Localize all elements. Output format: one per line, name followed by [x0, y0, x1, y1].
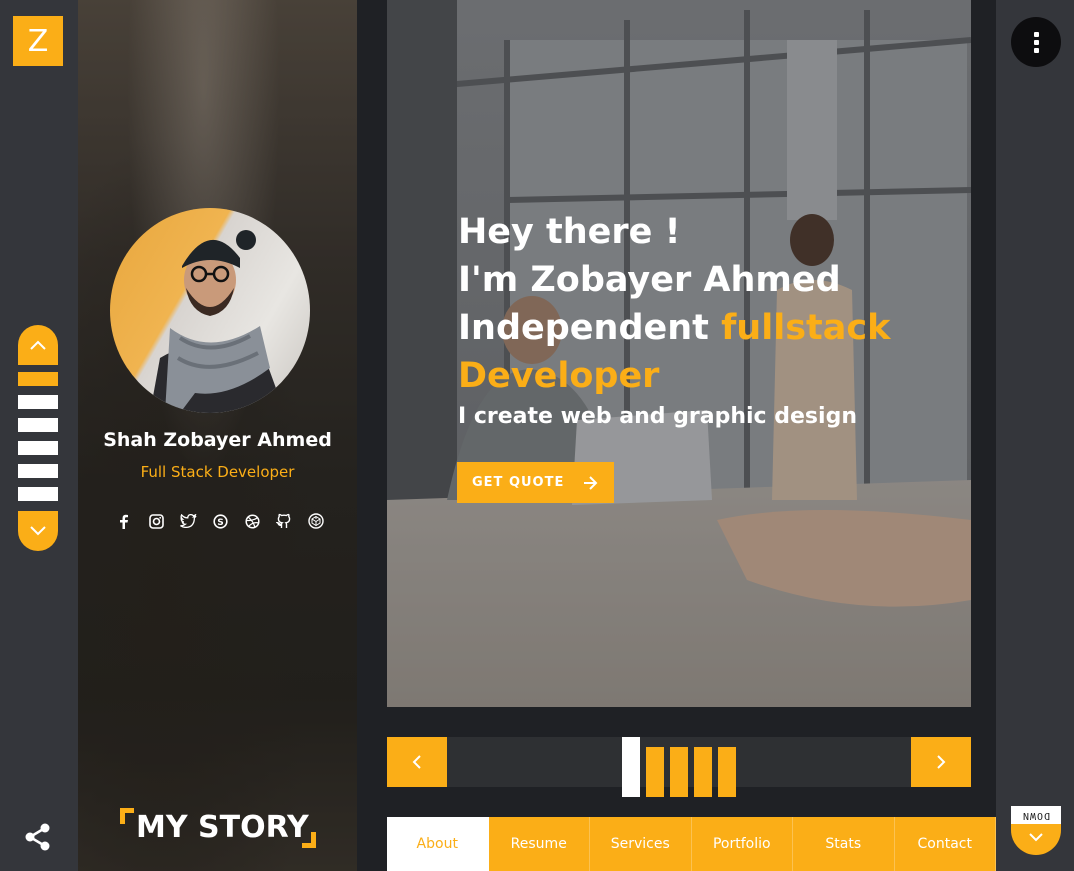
- left-rail: Z: [0, 0, 78, 871]
- chevron-down-icon: [30, 526, 46, 536]
- tab-services[interactable]: Services: [590, 817, 692, 871]
- slide-indicator-4[interactable]: [694, 747, 712, 797]
- tab-stats[interactable]: Stats: [793, 817, 895, 871]
- skype-icon[interactable]: S: [211, 512, 229, 530]
- tab-resume[interactable]: Resume: [488, 817, 590, 871]
- hero-title-accent: fullstack: [721, 308, 891, 348]
- slide-prev-button[interactable]: [387, 737, 447, 787]
- section-dot-5[interactable]: [18, 464, 58, 478]
- dribbble-icon[interactable]: [243, 512, 261, 530]
- github-icon[interactable]: [275, 512, 293, 530]
- get-quote-button[interactable]: GET QUOTE: [457, 462, 614, 503]
- section-dot-3[interactable]: [18, 418, 58, 432]
- section-dot-6[interactable]: [18, 487, 58, 501]
- more-dots-icon: [1033, 31, 1039, 37]
- slide-indicator-3[interactable]: [670, 747, 688, 797]
- more-menu-button[interactable]: [1011, 17, 1061, 67]
- my-story-button[interactable]: MY STORY: [120, 808, 316, 848]
- section-dot-4[interactable]: [18, 441, 58, 455]
- logo-letter: Z: [27, 23, 49, 59]
- codepen-icon[interactable]: [307, 512, 325, 530]
- hero-title-accent-2: Developer: [458, 356, 660, 396]
- social-links: S: [102, 512, 338, 530]
- hero-subtitle: I create web and graphic design: [458, 404, 857, 429]
- more-dot: [1033, 47, 1039, 53]
- hero-intro: I'm Zobayer Ahmed: [458, 260, 841, 300]
- section-dot-1[interactable]: [18, 372, 58, 386]
- slide-indicator-2[interactable]: [646, 747, 664, 797]
- section-dot-2[interactable]: [18, 395, 58, 409]
- slide-next-button[interactable]: [911, 737, 971, 787]
- get-quote-label: GET QUOTE: [472, 475, 565, 490]
- hero-title-plain: Independent: [458, 308, 722, 348]
- chevron-up-icon: [30, 340, 46, 350]
- avatar-illustration: [150, 230, 285, 413]
- right-rail: DOWN: [996, 0, 1074, 871]
- slide-indicator-5[interactable]: [718, 747, 736, 797]
- facebook-icon[interactable]: [115, 512, 133, 530]
- hero-greeting: Hey there !: [458, 212, 681, 252]
- instagram-icon[interactable]: [147, 512, 165, 530]
- tab-contact[interactable]: Contact: [894, 817, 996, 871]
- arrow-right-icon: [584, 475, 598, 490]
- chevron-right-icon: [937, 755, 946, 769]
- slide-indicator-1[interactable]: [622, 737, 640, 797]
- tab-portfolio[interactable]: Portfolio: [691, 817, 793, 871]
- my-story-label: MY STORY: [136, 810, 309, 845]
- nav-down-button[interactable]: [18, 511, 58, 551]
- hero-text: Hey there ! I'm Zobayer Ahmed Independen…: [458, 208, 958, 429]
- twitter-icon[interactable]: [179, 512, 197, 530]
- section-indicator: [18, 372, 58, 510]
- svg-text:S: S: [217, 518, 223, 528]
- hero-slider-controls: [387, 737, 971, 797]
- chevron-left-icon: [412, 755, 421, 769]
- scroll-down-button[interactable]: DOWN: [1011, 806, 1061, 855]
- avatar: [110, 208, 310, 413]
- main-content: Hey there ! I'm Zobayer Ahmed Independen…: [357, 0, 996, 871]
- chevron-down-icon: [1029, 833, 1043, 842]
- more-dot: [1033, 39, 1039, 45]
- tab-about[interactable]: About: [387, 817, 489, 871]
- bracket-top-left: [120, 808, 134, 824]
- profile-panel: Shah Zobayer Ahmed Full Stack Developer …: [78, 0, 357, 871]
- nav-up-button[interactable]: [18, 325, 58, 365]
- hero-section: Hey there ! I'm Zobayer Ahmed Independen…: [387, 0, 971, 707]
- profile-name: Shah Zobayer Ahmed: [103, 429, 332, 451]
- logo[interactable]: Z: [13, 16, 63, 66]
- profile-role: Full Stack Developer: [140, 463, 295, 481]
- section-tabs: About Resume Services Portfolio Stats Co…: [387, 817, 996, 871]
- hero-title: Independent fullstack: [458, 304, 958, 352]
- share-icon[interactable]: [24, 822, 52, 852]
